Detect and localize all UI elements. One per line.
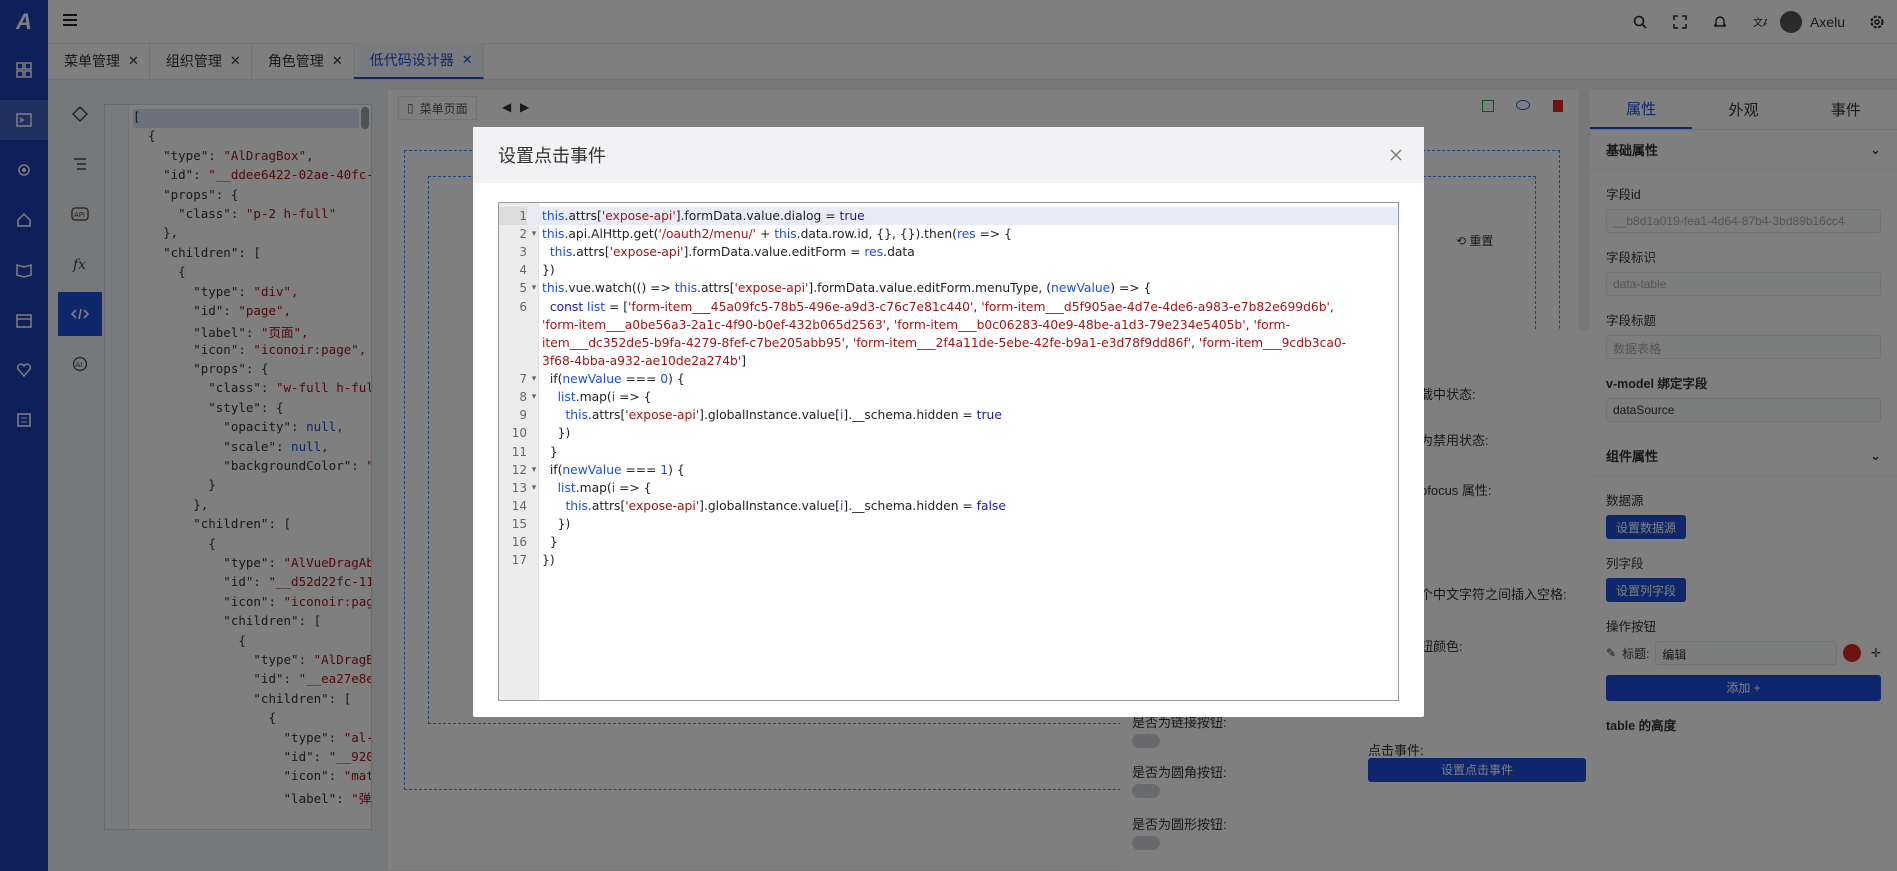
- code-line: 1 this.attrs['expose-api'].formData.value…: [499, 207, 1398, 226]
- line-number: 10: [511, 426, 527, 441]
- fold-arrow-icon[interactable]: ▾: [529, 370, 539, 388]
- code-text: 'form-item___a0be56a3-2a1c-4f90-b0ef-432…: [542, 317, 1290, 332]
- code-line: 12 ▾ if(newValue === 1) {: [499, 461, 1398, 479]
- code-text: }): [542, 426, 571, 441]
- code-line: 8 ▾ list.map(i => {: [499, 388, 1398, 406]
- code-text: this.attrs['expose-api'].formData.value.…: [542, 209, 865, 223]
- code-text: this.attrs['expose-api'].globalInstance.…: [565, 498, 1006, 513]
- code-line: 13 ▾ list.map(i => {: [499, 479, 1398, 497]
- line-number: 6: [519, 299, 527, 314]
- code-line: 17}): [499, 551, 1398, 569]
- line-number: 11: [511, 444, 527, 459]
- code-line: 11 }: [499, 443, 1398, 461]
- code-line: 16 }: [499, 533, 1398, 551]
- code-line: 2 ▾ this.api.AlHttp.get('/oauth2/menu/' + …: [499, 225, 1398, 243]
- dialog-title: 设置点击事件: [498, 146, 606, 166]
- code-editor[interactable]: 1 this.attrs['expose-api'].formData.value…: [498, 202, 1399, 701]
- code-text: }: [542, 535, 558, 550]
- code-line: 14 this.attrs['expose-api'].globalInstan…: [499, 497, 1398, 515]
- line-number: 12: [511, 462, 527, 477]
- code-text: }): [542, 553, 555, 568]
- code-text: }): [542, 263, 555, 278]
- code-text: 3f68-4bba-a932-ae10de2a274b']: [542, 353, 747, 368]
- code-text: if(newValue === 0) {: [542, 372, 685, 387]
- code-text: }: [542, 444, 558, 459]
- code-line: item___dc352de5-b9fa-4279-8fef-c7be205ab…: [499, 334, 1398, 352]
- code-text: this.attrs['expose-api'].formData.value.…: [549, 245, 915, 260]
- click-event-dialog: 设置点击事件 1 this.attrs['expose-api'].formDat…: [473, 127, 1424, 717]
- code-text: this.api.AlHttp.get('/oauth2/menu/' + th…: [542, 227, 1012, 242]
- code-text: const list = ['form-item___45a09fc5-78b5…: [549, 299, 1334, 314]
- line-number: 16: [511, 535, 527, 550]
- code-line: 'form-item___a0be56a3-2a1c-4f90-b0ef-432…: [499, 316, 1398, 334]
- line-number: 13: [511, 480, 527, 495]
- code-line: 10 }): [499, 424, 1398, 442]
- fold-arrow-icon[interactable]: ▾: [529, 279, 539, 297]
- code-text: this.vue.watch(() => this.attrs['expose-…: [542, 281, 1152, 296]
- code-line: 15 }): [499, 515, 1398, 533]
- line-number: 17: [511, 553, 527, 568]
- code-line: 3f68-4bba-a932-ae10de2a274b']: [499, 352, 1398, 370]
- code-line: 7 ▾ if(newValue === 0) {: [499, 370, 1398, 388]
- line-number: 8: [519, 390, 527, 405]
- code-text: list.map(i => {: [557, 480, 652, 495]
- line-number: 14: [511, 498, 527, 513]
- line-number: 15: [511, 517, 527, 532]
- close-icon[interactable]: [1384, 143, 1408, 167]
- code-text: item___dc352de5-b9fa-4279-8fef-c7be205ab…: [542, 335, 1347, 350]
- code-text: if(newValue === 1) {: [542, 462, 685, 477]
- code-text: list.map(i => {: [557, 390, 652, 405]
- line-number: 3: [519, 245, 527, 260]
- line-number: 1: [499, 207, 527, 226]
- line-number: 7: [519, 372, 527, 387]
- code-line: 4}): [499, 261, 1398, 279]
- code-line: 5 ▾ this.vue.watch(() => this.attrs['expos…: [499, 279, 1398, 297]
- line-number: 4: [519, 263, 527, 278]
- fold-arrow-icon[interactable]: ▾: [529, 461, 539, 479]
- code-text: }): [542, 517, 571, 532]
- line-number: 2: [519, 227, 527, 242]
- fold-arrow-icon[interactable]: ▾: [529, 479, 539, 497]
- code-text: this.attrs['expose-api'].globalInstance.…: [565, 408, 1002, 423]
- code-line: 6 const list = ['form-item___45a09fc5-78…: [499, 298, 1398, 316]
- line-number: 5: [519, 281, 527, 296]
- fold-arrow-icon[interactable]: ▾: [529, 225, 539, 243]
- line-number: 9: [519, 408, 527, 423]
- code-line: 9 this.attrs['expose-api'].globalInstanc…: [499, 406, 1398, 424]
- fold-arrow-icon[interactable]: ▾: [529, 388, 539, 406]
- code-line: 3 this.attrs['expose-api'].formData.valu…: [499, 243, 1398, 261]
